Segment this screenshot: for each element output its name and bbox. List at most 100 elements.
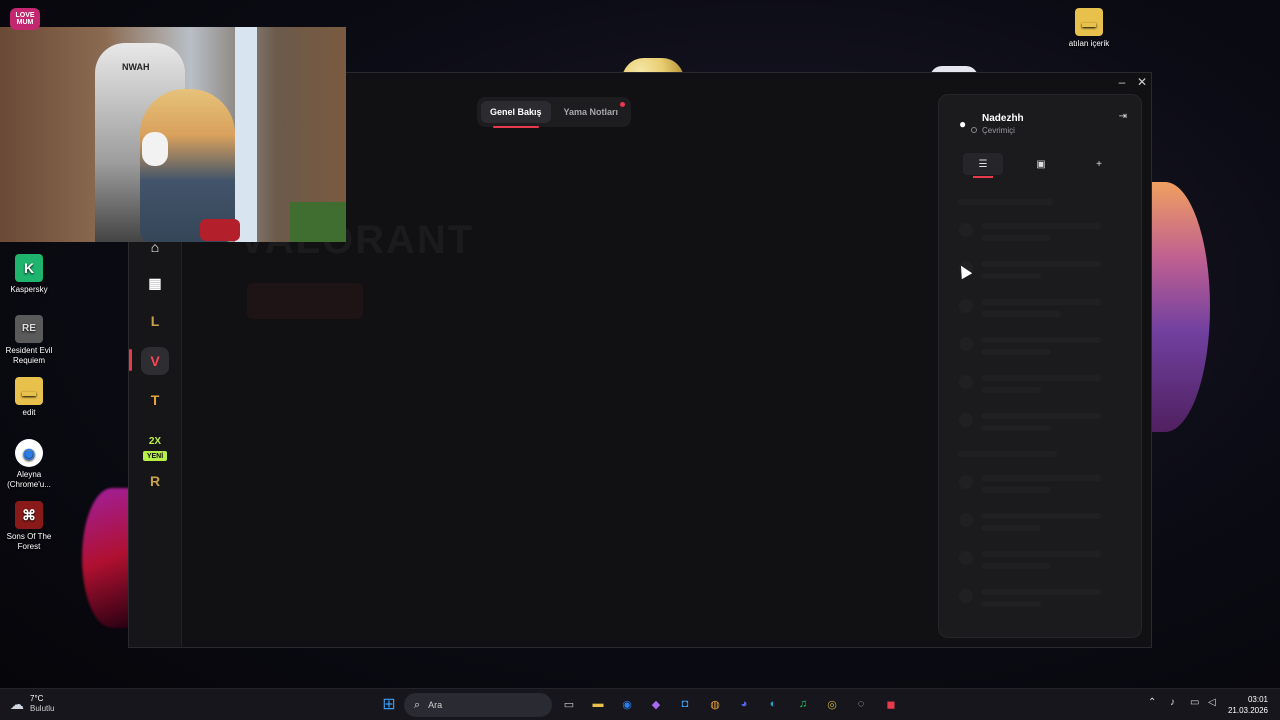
riot-client-icon[interactable]: ◼	[882, 695, 900, 713]
webcam-window	[235, 27, 257, 242]
skeleton-line	[981, 235, 1051, 241]
spotify-icon[interactable]: ♫	[794, 695, 812, 713]
sons-of-the-forest-icon: ⌘	[15, 501, 43, 529]
skeleton-line	[981, 261, 1101, 267]
content-tabs: Genel Bakış Yama Notları	[477, 97, 632, 128]
desktop-icon-sons-of-the-forest[interactable]: ⌘ Sons Of The Forest	[0, 501, 58, 552]
skeleton-header	[957, 451, 1057, 457]
desktop-icon-label: atılan içerik	[1068, 39, 1110, 48]
clock-time: 03:01	[1247, 695, 1268, 704]
obs-icon[interactable]: ◌	[852, 695, 870, 713]
microphone-icon[interactable]: ♪	[1170, 697, 1175, 708]
add-friend-icon: +	[1096, 158, 1102, 170]
skeleton-line	[981, 223, 1101, 229]
weather-desc: Bulutlu	[30, 704, 55, 713]
skeleton-line	[981, 375, 1101, 381]
tab-underline	[973, 176, 993, 178]
skeleton-line	[981, 589, 1101, 595]
display-icon[interactable]: ▭	[1190, 697, 1199, 708]
tray-chevron-icon[interactable]: ⌃	[1148, 697, 1156, 708]
skeleton-avatar	[959, 589, 973, 603]
desktop-icon-resident-evil[interactable]: RE Resident Evil Requiem	[0, 315, 58, 366]
collapse-panel-icon[interactable]: ⇥	[1119, 111, 1127, 122]
library-icon[interactable]: ▦	[141, 269, 169, 297]
webcam-plants	[290, 202, 346, 242]
cloud-icon: ☁	[10, 695, 24, 712]
tab-patch-notes[interactable]: Yama Notları	[555, 101, 628, 123]
desktop-icon-label: Resident Evil Requiem	[5, 346, 53, 365]
skeleton-line	[981, 299, 1101, 305]
chat-icon: ▣	[1036, 158, 1046, 170]
skeleton-line	[981, 349, 1051, 355]
add-friend-tab[interactable]: +	[1079, 153, 1119, 175]
skeleton-avatar	[959, 223, 973, 237]
league-of-legends-icon[interactable]: L	[141, 307, 169, 335]
tab-underline	[493, 126, 539, 128]
weather-widget[interactable]: ☁ 7°C Bulutlu	[10, 694, 54, 714]
skeleton-avatar	[959, 475, 973, 489]
webcam-mic	[200, 219, 240, 241]
edge-icon[interactable]: ◐	[764, 695, 782, 713]
skeleton-line	[981, 311, 1061, 317]
webcam-headphone	[142, 132, 168, 166]
chrome-icon[interactable]: ◉	[618, 695, 636, 713]
desktop-icon-kaspersky[interactable]: K Kaspersky	[0, 254, 58, 295]
file-explorer-icon[interactable]: ▬	[589, 695, 607, 713]
skeleton-header	[957, 199, 1053, 205]
desktop-icon-label: edit	[22, 408, 36, 417]
desktop-icon-label: Kaspersky	[10, 285, 48, 294]
skeleton-avatar	[959, 413, 973, 427]
clock-date: 21.03.2026	[1227, 706, 1268, 715]
valorant-icon[interactable]: V	[141, 347, 169, 375]
messages-tab[interactable]: ▣	[1021, 153, 1061, 175]
chrome-icon: ◉	[15, 439, 43, 467]
skeleton-line	[981, 387, 1041, 393]
desktop-icon-chrome-profile[interactable]: ◉ Aleyna (Chrome'u...	[0, 439, 58, 490]
search-input[interactable]: ⌕ Ara	[404, 693, 552, 717]
skeleton-avatar	[959, 299, 973, 313]
minimize-button[interactable]: –	[1113, 75, 1131, 89]
discord-icon[interactable]: ◕	[735, 695, 753, 713]
volume-icon[interactable]: ◁	[1208, 697, 1216, 708]
search-placeholder: Ara	[428, 700, 443, 710]
friends-panel: ● Nadezhh Çevrimiçi ⇥ ☰ ▣ +	[938, 94, 1142, 638]
play-button-placeholder	[247, 283, 363, 319]
teamfight-tactics-icon[interactable]: T	[141, 386, 169, 414]
copilot-icon[interactable]: ◆	[647, 695, 665, 713]
user-name[interactable]: Nadezhh	[982, 113, 1024, 124]
skeleton-avatar	[959, 375, 973, 389]
skeleton-avatar	[959, 337, 973, 351]
skeleton-line	[981, 601, 1041, 607]
app-orange-icon[interactable]: ◍	[706, 695, 724, 713]
chair-brand-text: NWAH	[122, 62, 150, 72]
start-icon[interactable]: ⊞	[380, 695, 398, 713]
user-status[interactable]: Çevrimiçi	[982, 126, 1015, 135]
skeleton-line	[981, 513, 1101, 519]
app-gold-icon[interactable]: ◎	[823, 695, 841, 713]
kaspersky-icon: K	[15, 254, 43, 282]
folder-icon: ▬	[1075, 8, 1103, 36]
runeterra-icon[interactable]: R	[141, 467, 169, 495]
status-indicator	[971, 127, 977, 133]
skeleton-line	[981, 273, 1041, 279]
notification-dot	[620, 102, 626, 107]
desktop-icon-atilan-icerik[interactable]: ▬ atılan içerik	[1060, 8, 1118, 49]
clock[interactable]: 03:01 21.03.2026	[1224, 694, 1268, 716]
skeleton-line	[981, 487, 1051, 493]
weather-temp: 7°C	[30, 694, 44, 703]
skeleton-line	[981, 413, 1101, 419]
skeleton-line	[981, 425, 1051, 431]
desktop-icon-edit[interactable]: ▬ edit	[0, 377, 58, 418]
store-icon[interactable]: ◘	[676, 695, 694, 713]
tab-overview[interactable]: Genel Bakış	[481, 101, 551, 128]
task-view-icon[interactable]: ▭	[560, 695, 578, 713]
folder-icon: ▬	[15, 377, 43, 405]
friends-list-tab[interactable]: ☰	[963, 153, 1003, 178]
skeleton-line	[981, 563, 1051, 569]
desktop-icon-label: Aleyna (Chrome'u...	[7, 470, 51, 489]
taskbar: ☁ 7°C Bulutlu ⊞ ⌕ Ara ▭ ▬ ◉ ◆ ◘ ◍ ◕ ◐ ♫ …	[0, 688, 1280, 720]
webcam-overlay: NWAH	[0, 27, 346, 242]
stream-logo: LOVE MUM	[10, 8, 40, 30]
skeleton-line	[981, 337, 1101, 343]
close-button[interactable]: ✕	[1133, 75, 1151, 89]
